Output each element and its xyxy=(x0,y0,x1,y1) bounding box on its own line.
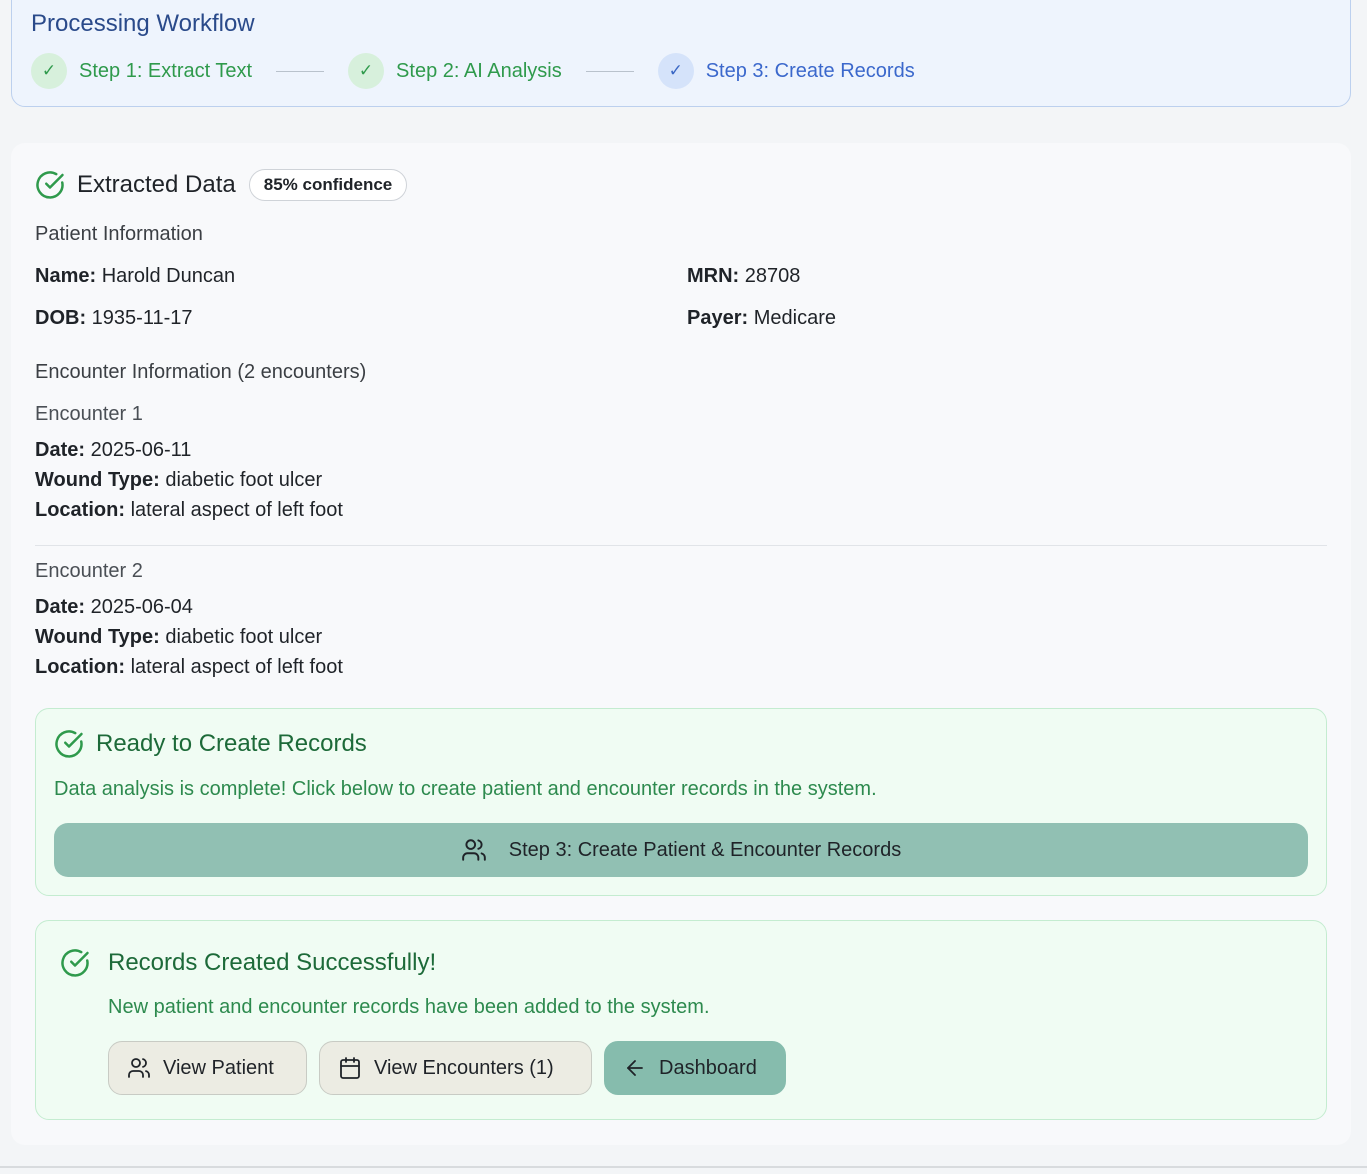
patient-section-title: Patient Information xyxy=(35,223,203,245)
field-label: DOB: xyxy=(35,307,87,329)
step-extract-text: ✓ Step 1: Extract Text xyxy=(31,53,252,89)
check-icon: ✓ xyxy=(31,53,67,89)
card-title: Extracted Data xyxy=(77,171,236,198)
view-patient-label: View Patient xyxy=(163,1056,274,1079)
field-label: Location: xyxy=(35,499,125,521)
workflow-panel: Processing Workflow ✓ Step 1: Extract Te… xyxy=(11,0,1351,107)
step-label: Step 3: Create Records xyxy=(705,59,915,82)
encounter-section-title: Encounter Information (2 encounters) xyxy=(35,361,367,383)
create-records-label: Step 3: Create Patient & Encounter Recor… xyxy=(508,838,902,861)
create-records-button[interactable]: Step 3: Create Patient & Encounter Recor… xyxy=(54,823,1308,877)
patient-mrn-field: MRN: 28708 xyxy=(687,265,800,288)
field-label: Location: xyxy=(35,656,125,678)
field-label: Date: xyxy=(35,596,86,618)
view-patient-button[interactable]: View Patient xyxy=(108,1041,307,1095)
step-ai-analysis: ✓ Step 2: AI Analysis xyxy=(348,53,562,89)
confidence-badge: 85% confidence xyxy=(248,169,408,201)
field-value: 2025-06-11 xyxy=(90,439,192,461)
encounter-location-field: Location: lateral aspect of left foot xyxy=(35,656,343,679)
field-label: Name: xyxy=(35,265,97,287)
field-value: Harold Duncan xyxy=(101,265,236,287)
success-title: Records Created Successfully! xyxy=(108,949,437,976)
encounter-date-field: Date: 2025-06-04 xyxy=(35,596,193,619)
view-encounters-button[interactable]: View Encounters (1) xyxy=(319,1041,592,1095)
success-text: New patient and encounter records have b… xyxy=(108,996,710,1018)
field-value: diabetic foot ulcer xyxy=(165,469,323,491)
field-value: 2025-06-04 xyxy=(90,596,193,618)
users-icon xyxy=(128,1058,150,1078)
ready-title: Ready to Create Records xyxy=(96,730,367,757)
encounter-wound-field: Wound Type: diabetic foot ulcer xyxy=(35,626,322,649)
field-value: diabetic foot ulcer xyxy=(165,626,323,648)
step-create-records: ✓ Step 3: Create Records xyxy=(657,53,915,89)
encounter-title: Encounter 1 xyxy=(35,403,143,425)
field-label: Date: xyxy=(35,439,86,461)
field-value: lateral aspect of left foot xyxy=(130,656,343,678)
patient-dob-field: DOB: 1935-11-17 xyxy=(35,307,193,330)
workflow-title: Processing Workflow xyxy=(31,10,255,37)
encounter-location-field: Location: lateral aspect of left foot xyxy=(35,499,343,522)
ready-panel: Ready to Create Records Data analysis is… xyxy=(35,708,1327,896)
extracted-data-card: Extracted Data 85% confidence Patient In… xyxy=(11,143,1351,1145)
step-label: Step 1: Extract Text xyxy=(79,59,253,82)
field-value: Medicare xyxy=(753,307,836,329)
field-label: MRN: xyxy=(687,265,740,287)
check-circle-icon xyxy=(55,730,83,758)
card-header: Extracted Data 85% confidence xyxy=(35,168,1327,202)
success-header: Records Created Successfully! xyxy=(60,948,436,978)
users-icon xyxy=(461,839,486,861)
step-separator xyxy=(276,70,325,72)
field-value: 1935-11-17 xyxy=(91,307,193,329)
step-label: Step 2: AI Analysis xyxy=(396,59,562,82)
patient-payer-field: Payer: Medicare xyxy=(687,307,836,330)
dashboard-button[interactable]: Dashboard xyxy=(604,1041,786,1095)
encounter-divider xyxy=(35,545,1327,546)
check-circle-icon xyxy=(61,949,89,977)
ready-header: Ready to Create Records xyxy=(54,729,367,759)
page-bottom-divider xyxy=(0,1166,1367,1168)
check-icon: ✓ xyxy=(657,53,694,89)
check-icon: ✓ xyxy=(348,53,385,89)
dashboard-label: Dashboard xyxy=(659,1056,757,1079)
encounter-wound-field: Wound Type: diabetic foot ulcer xyxy=(35,469,322,492)
field-value: lateral aspect of left foot xyxy=(130,499,343,521)
encounter-title: Encounter 2 xyxy=(35,560,143,582)
field-label: Payer: xyxy=(687,307,749,329)
step-separator xyxy=(585,70,634,72)
view-encounters-label: View Encounters (1) xyxy=(374,1056,554,1079)
encounter-date-field: Date: 2025-06-11 xyxy=(35,439,191,462)
field-value: 28708 xyxy=(744,265,801,287)
success-panel: Records Created Successfully! New patien… xyxy=(35,920,1327,1120)
field-label: Wound Type: xyxy=(35,626,160,648)
patient-name-field: Name: Harold Duncan xyxy=(35,265,235,288)
workflow-steps: ✓ Step 1: Extract Text ✓ Step 2: AI Anal… xyxy=(31,53,1331,89)
ready-text: Data analysis is complete! Click below t… xyxy=(54,778,877,800)
arrow-left-icon xyxy=(627,1060,643,1076)
calendar-icon xyxy=(340,1057,360,1079)
check-circle-icon xyxy=(36,171,64,199)
field-label: Wound Type: xyxy=(35,469,160,491)
